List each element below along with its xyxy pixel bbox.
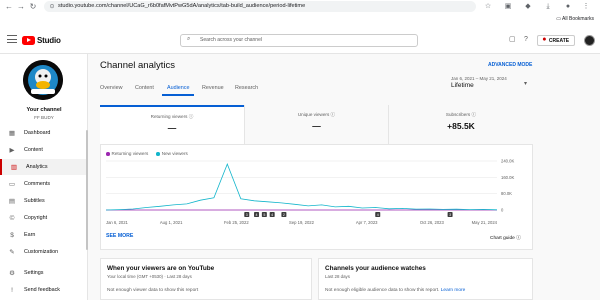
video-marker-label: 3 (449, 213, 451, 217)
card-title: Channels your audience watches (325, 265, 426, 272)
y-tick-label: 0 (501, 208, 504, 213)
channel-name: FF BUDY (34, 115, 54, 120)
see-more-link[interactable]: SEE MORE (106, 233, 133, 239)
puzzle-icon[interactable]: ◆ (523, 1, 533, 13)
earn-icon: $ (10, 231, 14, 239)
date-range-text[interactable]: Jan 6, 2021 – May 21, 2024 (451, 76, 507, 81)
your-channel-label: Your channel (26, 107, 62, 113)
studio-logo[interactable]: Studio (22, 35, 61, 45)
x-tick-label: Apr 7, 2023 (356, 220, 378, 225)
bookmarks-bar (0, 14, 600, 26)
metric-value: +85.5K (447, 121, 475, 131)
audience-chart[interactable]: 240.0K 160.0K 80.0K 0 Jan 6, 2021 Aug 1, 2021… (103, 156, 531, 226)
sidebar-item-copyright[interactable]: © Copyright (0, 210, 88, 226)
metric-unique-viewers[interactable]: Unique viewers ⓘ — (244, 105, 388, 145)
profile-icon[interactable]: ● (563, 1, 573, 13)
messages-icon[interactable]: ▢ (509, 35, 516, 45)
video-marker-label: 4 (377, 213, 379, 217)
dashboard-icon: ▦ (8, 130, 16, 137)
settings-icon: ⚙ (9, 270, 15, 277)
download-icon[interactable]: ⤓ (543, 1, 553, 13)
sidebar-item-dashboard[interactable]: ▦ Dashboard (0, 125, 88, 141)
help-circle-icon: ⓘ (516, 236, 521, 241)
sidebar-item-analytics[interactable]: ▥ Analytics (0, 159, 88, 175)
record-icon: ⏺ (542, 37, 546, 43)
card-subtitle: Last 28 days (325, 274, 350, 279)
menu-icon[interactable] (7, 35, 17, 43)
feedback-icon: ! (11, 286, 13, 294)
x-tick-label: Aug 1, 2021 (160, 220, 183, 225)
video-marker-label: 4 (256, 213, 258, 217)
x-tick-label: Oct 26, 2023 (420, 220, 445, 225)
sidebar-item-subtitles[interactable]: ▤ Subtitles (0, 193, 88, 209)
sidebar-item-settings[interactable]: ⚙ Settings (0, 265, 88, 281)
date-period-select[interactable]: Lifetime (451, 82, 474, 89)
y-tick-label: 80.0K (501, 191, 512, 196)
subtitles-icon: ▤ (8, 198, 16, 205)
tab-overview[interactable]: Overview (100, 85, 122, 91)
url-text[interactable]: studio.youtube.com/channel/UCaG_r6b0fafM… (58, 2, 468, 11)
sidebar-item-content[interactable]: ▶ Content (0, 142, 88, 158)
all-bookmarks[interactable]: ▭ All Bookmarks (556, 15, 594, 24)
tab-revenue[interactable]: Revenue (202, 85, 224, 91)
metric-returning-viewers[interactable]: Returning viewers ⓘ — (100, 105, 244, 145)
x-tick-label: Feb 25, 2022 (224, 220, 249, 225)
video-marker-label: 3 (246, 213, 248, 217)
active-tab-indicator (162, 94, 194, 96)
sidebar-item-comments[interactable]: ▭ Comments (0, 176, 88, 192)
card-body: Not enough viewer data to show this repo… (107, 288, 199, 293)
sidebar-item-customization[interactable]: ✎ Customization (0, 244, 88, 260)
card-title: When your viewers are on YouTube (107, 265, 215, 272)
card-subtitle: Your local time (GMT +0530) · Last 28 da… (107, 274, 192, 279)
info-icon: ⓘ (471, 112, 477, 117)
extension-icon[interactable]: ▣ (503, 1, 513, 13)
sidebar-item-send-feedback[interactable]: ! Send feedback (0, 282, 88, 298)
metric-value: — (312, 121, 321, 131)
forward-icon[interactable]: → (16, 1, 26, 13)
metric-subscribers[interactable]: Subscribers ⓘ +85.5K (388, 105, 533, 145)
page-title: Channel analytics (100, 60, 175, 71)
youtube-logo-icon (22, 35, 35, 45)
advanced-mode-button[interactable]: ADVANCED MODE (488, 62, 532, 68)
customization-icon: ✎ (9, 249, 15, 256)
copyright-icon: © (9, 214, 15, 222)
analytics-icon: ▥ (10, 164, 18, 171)
info-icon: ⓘ (188, 114, 194, 119)
info-icon: ⓘ (330, 112, 336, 117)
tab-audience[interactable]: Audience (167, 85, 189, 91)
y-tick-label: 240.0K (501, 159, 514, 164)
site-info-icon[interactable]: ⊙ (47, 1, 57, 13)
chevron-down-icon[interactable]: ▾ (524, 80, 527, 87)
channels-audience-card: Channels your audience watches Last 28 d… (318, 258, 533, 300)
y-tick-label: 160.0K (501, 175, 514, 180)
account-avatar[interactable] (584, 35, 595, 46)
create-button[interactable]: ⏺ CREATE (537, 35, 575, 46)
card-body: Not enough eligible audience data to sho… (325, 288, 466, 293)
x-tick-label: May 21, 2024 (472, 220, 498, 225)
sidebar-item-earn[interactable]: $ Earn (0, 227, 88, 243)
viewers-when-card: When your viewers are on YouTube Your lo… (100, 258, 312, 300)
search-icon: ⌕ (187, 36, 191, 42)
x-tick-label: Jan 6, 2021 (106, 220, 129, 225)
comments-icon: ▭ (8, 181, 16, 188)
tab-content[interactable]: Content (135, 85, 154, 91)
learn-more-link[interactable]: Learn more (441, 288, 466, 293)
bookmark-star-icon[interactable]: ☆ (483, 1, 493, 13)
chart-guide-button[interactable]: Chart guide ⓘ (490, 234, 521, 241)
x-tick-label: Sep 19, 2022 (289, 220, 315, 225)
reload-icon[interactable]: ↻ (28, 1, 38, 13)
metric-value: — (167, 123, 177, 133)
video-marker-label: 5 (263, 213, 265, 217)
search-placeholder[interactable]: Search across your channel (200, 36, 262, 45)
video-marker-label: 2 (283, 213, 285, 217)
content-icon: ▶ (9, 147, 15, 154)
channel-avatar[interactable] (23, 60, 63, 100)
back-icon[interactable]: ← (4, 1, 14, 13)
tab-research[interactable]: Research (235, 85, 258, 91)
browser-menu-icon[interactable]: ⋮ (581, 1, 591, 13)
video-marker-label: 4 (271, 213, 273, 217)
series-line-new-viewers (105, 163, 498, 211)
help-icon[interactable]: ? (524, 35, 528, 45)
